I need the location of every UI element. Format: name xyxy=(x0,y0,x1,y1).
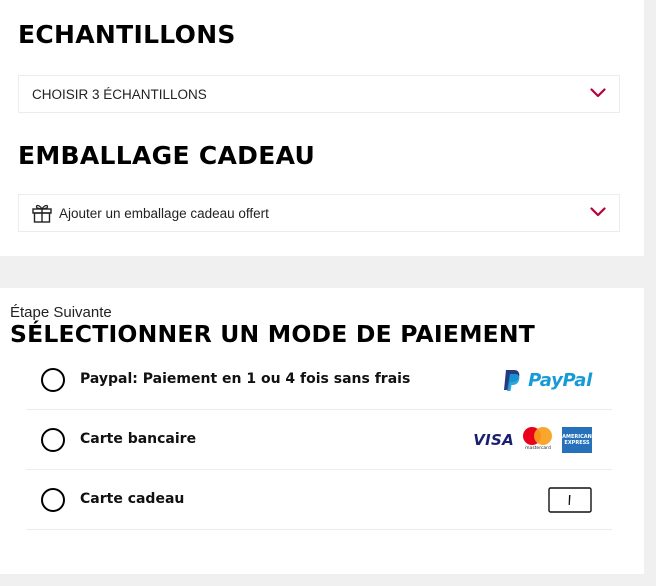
mastercard-text: mastercard xyxy=(525,446,551,451)
gift-card-radio[interactable] xyxy=(41,488,65,512)
chevron-down-icon xyxy=(590,88,606,98)
gift-wrap-heading: EMBALLAGE CADEAU xyxy=(18,141,316,170)
paypal-mark-icon xyxy=(504,370,520,391)
gift-icon xyxy=(32,204,52,223)
mastercard-logo: mastercard xyxy=(522,427,554,453)
payment-option-label: Carte bancaire xyxy=(80,431,197,447)
payment-option-gift-card[interactable]: Carte cadeau xyxy=(26,470,612,530)
payment-option-label: Carte cadeau xyxy=(80,491,185,507)
payment-option-label: Paypal: Paiement en 1 ou 4 fois sans fra… xyxy=(80,371,411,387)
payment-section: Étape Suivante SÉLECTIONNER UN MODE DE P… xyxy=(0,288,644,574)
paypal-logo: PayPal xyxy=(502,350,592,410)
amex-text-2: EXPRESS xyxy=(564,440,590,446)
order-options-card: ECHANTILLONS CHOISIR 3 ÉCHANTILLONS EMBA… xyxy=(0,0,644,256)
samples-select[interactable]: CHOISIR 3 ÉCHANTILLONS xyxy=(18,75,620,113)
payment-title: SÉLECTIONNER UN MODE DE PAIEMENT xyxy=(10,320,536,348)
gift-card-logo xyxy=(548,470,592,530)
payment-option-card[interactable]: Carte bancaire VISA mastercard AMERICAN … xyxy=(26,410,612,470)
paypal-logo-text: PayPal xyxy=(528,369,592,391)
chevron-down-icon xyxy=(590,207,606,217)
gift-wrap-select[interactable]: Ajouter un emballage cadeau offert xyxy=(18,194,620,232)
samples-heading: ECHANTILLONS xyxy=(18,20,236,49)
card-logos: VISA mastercard AMERICAN EXPRESS xyxy=(473,410,592,470)
card-radio[interactable] xyxy=(41,428,65,452)
visa-logo: VISA xyxy=(473,431,514,449)
mastercard-yellow-circle xyxy=(534,427,552,445)
gift-wrap-select-label: Ajouter un emballage cadeau offert xyxy=(59,205,269,221)
step-label: Étape Suivante xyxy=(10,304,112,321)
payment-option-paypal[interactable]: Paypal: Paiement en 1 ou 4 fois sans fra… xyxy=(26,350,612,410)
gift-card-icon xyxy=(548,487,592,513)
amex-logo: AMERICAN EXPRESS xyxy=(562,427,592,453)
paypal-radio[interactable] xyxy=(41,368,65,392)
samples-select-label: CHOISIR 3 ÉCHANTILLONS xyxy=(32,86,207,102)
